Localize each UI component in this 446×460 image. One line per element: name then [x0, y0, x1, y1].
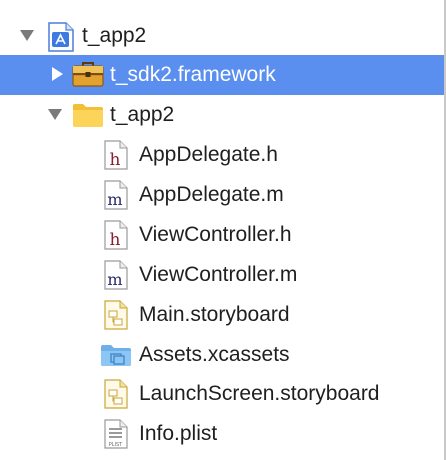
project-navigator: t_app2 t_sdk2.framework t_app2 h AppDele… — [0, 0, 446, 460]
disclosure-expanded-icon[interactable] — [46, 95, 66, 135]
storyboard-file-icon — [104, 379, 128, 414]
navigator-row-file[interactable]: h AppDelegate.h — [0, 135, 444, 175]
navigator-item-label: Assets.xcassets — [139, 343, 290, 366]
plist-glyph: PLIST — [109, 442, 123, 448]
objc-source-file-icon: m — [104, 260, 128, 295]
svg-text:m: m — [107, 270, 122, 289]
navigator-row-project[interactable]: t_app2 — [0, 16, 444, 56]
storyboard-file-icon — [104, 300, 128, 335]
navigator-row-file[interactable]: h ViewController.h — [0, 215, 444, 255]
xcode-project-icon — [48, 22, 74, 57]
folder-icon — [72, 102, 104, 133]
navigator-item-label: ViewController.m — [139, 263, 298, 286]
navigator-item-label: AppDelegate.h — [139, 143, 278, 166]
navigator-item-label: t_app2 — [110, 103, 175, 126]
navigator-item-label: Info.plist — [139, 422, 218, 445]
navigator-row-group[interactable]: t_app2 — [0, 95, 444, 135]
navigator-row-file[interactable]: Main.storyboard — [0, 295, 444, 335]
svg-text:m: m — [107, 190, 122, 209]
svg-text:h: h — [110, 230, 121, 250]
navigator-item-label: AppDelegate.m — [139, 183, 284, 206]
disclosure-expanded-icon[interactable] — [18, 16, 38, 56]
navigator-item-label: ViewController.h — [139, 223, 292, 246]
navigator-item-label: LaunchScreen.storyboard — [139, 382, 380, 405]
navigator-row-framework[interactable]: t_sdk2.framework — [0, 55, 444, 95]
svg-text:h: h — [110, 150, 121, 170]
plist-file-icon: PLIST — [104, 419, 128, 454]
navigator-item-label: t_sdk2.framework — [110, 63, 276, 86]
navigator-row-file[interactable]: m AppDelegate.m — [0, 175, 444, 215]
disclosure-collapsed-icon[interactable] — [48, 55, 68, 95]
framework-toolbox-icon — [72, 60, 104, 93]
navigator-row-file[interactable]: m ViewController.m — [0, 255, 444, 295]
navigator-item-label: t_app2 — [82, 24, 147, 47]
navigator-row-file[interactable]: Assets.xcassets — [0, 335, 444, 375]
navigator-item-label: Main.storyboard — [139, 303, 290, 326]
navigator-row-file[interactable]: LaunchScreen.storyboard — [0, 374, 444, 414]
objc-source-file-icon: m — [104, 180, 128, 215]
navigator-row-file[interactable]: PLIST Info.plist — [0, 414, 444, 454]
asset-catalog-folder-icon — [100, 343, 132, 372]
header-file-icon: h — [104, 140, 128, 175]
header-file-icon: h — [104, 220, 128, 255]
